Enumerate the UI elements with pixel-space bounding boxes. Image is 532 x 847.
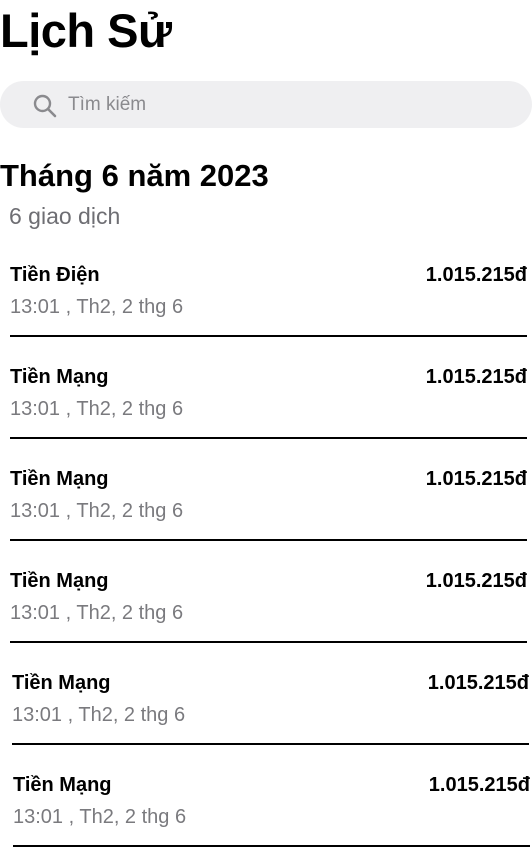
divider bbox=[10, 641, 527, 643]
transaction-time: 13:01 , Th2, 2 thg 6 bbox=[10, 500, 184, 522]
divider bbox=[10, 539, 527, 541]
transaction-name: Tiền Mạng bbox=[10, 468, 109, 490]
transaction-row[interactable]: Tiền Mạng 1.015.215đ 13:01 , Th2, 2 thg … bbox=[13, 762, 530, 847]
transaction-amount: 1.015.215đ bbox=[427, 672, 529, 694]
transaction-list: Tiền Điện 1.015.215đ 13:01 , Th2, 2 thg … bbox=[0, 0, 532, 847]
transaction-amount: 1.015.215đ bbox=[428, 774, 530, 796]
transaction-row[interactable]: Tiền Mạng 1.015.215đ 13:01 , Th2, 2 thg … bbox=[10, 456, 527, 558]
transaction-amount: 1.015.215đ bbox=[425, 264, 527, 286]
transaction-amount: 1.015.215đ bbox=[425, 570, 527, 592]
transaction-time: 13:01 , Th2, 2 thg 6 bbox=[10, 296, 184, 318]
transaction-time: 13:01 , Th2, 2 thg 6 bbox=[12, 704, 186, 726]
divider bbox=[12, 743, 529, 745]
transaction-name: Tiền Mạng bbox=[12, 672, 111, 694]
divider bbox=[10, 335, 527, 337]
transaction-name: Tiền Mạng bbox=[10, 570, 109, 592]
transaction-name: Tiền Mạng bbox=[13, 774, 112, 796]
transaction-time: 13:01 , Th2, 2 thg 6 bbox=[13, 806, 187, 828]
transaction-name: Tiền Điện bbox=[10, 264, 100, 286]
transaction-row[interactable]: Tiền Mạng 1.015.215đ 13:01 , Th2, 2 thg … bbox=[12, 660, 529, 762]
transaction-row[interactable]: Tiền Mạng 1.015.215đ 13:01 , Th2, 2 thg … bbox=[10, 354, 527, 456]
transaction-time: 13:01 , Th2, 2 thg 6 bbox=[10, 602, 184, 624]
transaction-amount: 1.015.215đ bbox=[425, 366, 527, 388]
transaction-row[interactable]: Tiền Mạng 1.015.215đ 13:01 , Th2, 2 thg … bbox=[10, 558, 527, 660]
divider bbox=[10, 437, 527, 439]
transaction-time: 13:01 , Th2, 2 thg 6 bbox=[10, 398, 184, 420]
transaction-row[interactable]: Tiền Điện 1.015.215đ 13:01 , Th2, 2 thg … bbox=[10, 252, 527, 354]
transaction-amount: 1.015.215đ bbox=[425, 468, 527, 490]
transaction-name: Tiền Mạng bbox=[10, 366, 109, 388]
